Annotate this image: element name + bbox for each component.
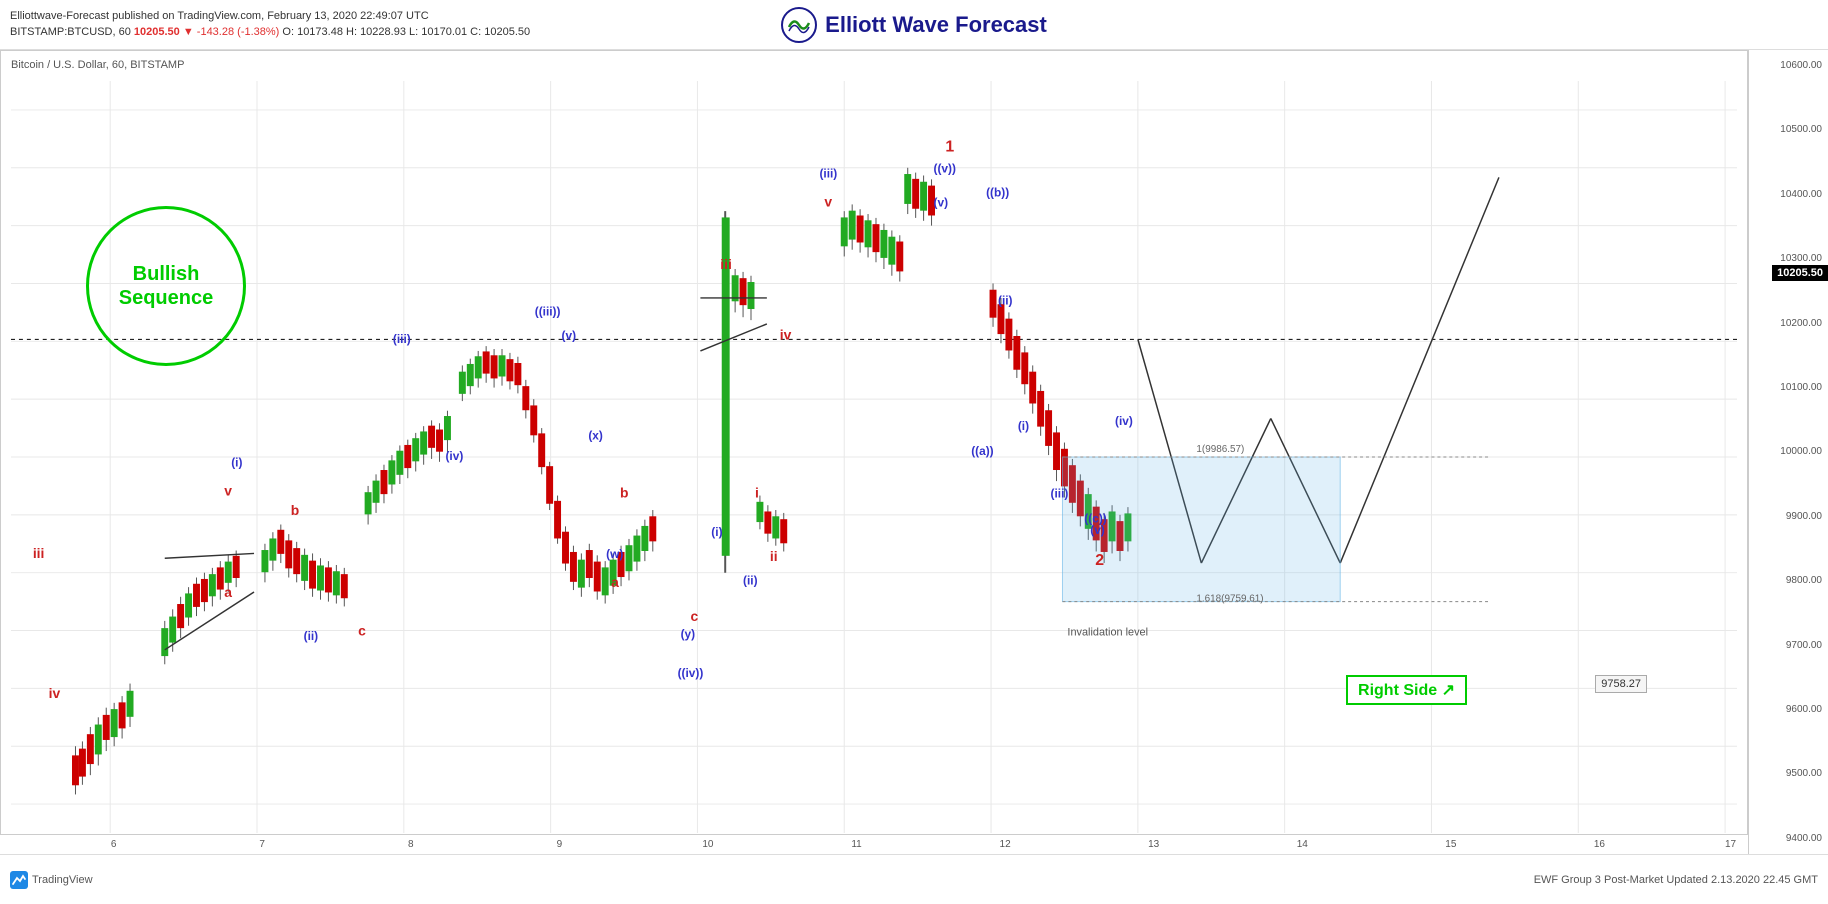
time-13: 13 <box>1148 839 1159 850</box>
header: Elliottwave-Forecast published on Tradin… <box>0 0 1828 50</box>
price-label-9800: 9800.00 <box>1751 575 1826 586</box>
bullish-sequence-label: BullishSequence <box>119 262 213 310</box>
current-price-badge: 10205.50 <box>1772 265 1828 281</box>
svg-text:c: c <box>690 609 698 624</box>
svg-text:1.618(9759.61): 1.618(9759.61) <box>1196 594 1263 605</box>
svg-text:(iii): (iii) <box>1051 488 1069 501</box>
time-9: 9 <box>557 839 563 850</box>
svg-text:(iii): (iii) <box>819 168 837 181</box>
svg-text:((iii)): ((iii)) <box>535 305 561 318</box>
price-label-10500: 10500.00 <box>1751 124 1826 135</box>
brand-area: Elliott Wave Forecast <box>613 7 1216 43</box>
price-label-9600: 9600.00 <box>1751 704 1826 715</box>
svg-text:(v): (v) <box>562 330 577 343</box>
ewf-logo <box>781 7 817 43</box>
time-axis: 6 7 8 9 10 11 12 13 14 15 16 17 <box>0 834 1748 854</box>
tradingview-logo: TradingView <box>10 871 93 889</box>
svg-text:(w): (w) <box>606 548 623 561</box>
price-label-9500: 9500.00 <box>1751 768 1826 779</box>
svg-text:(v): (v) <box>934 196 949 209</box>
right-side-label: Right Side ↗ <box>1346 675 1467 705</box>
svg-text:1: 1 <box>945 139 954 156</box>
svg-text:iv: iv <box>49 686 61 701</box>
price-label-10100: 10100.00 <box>1751 382 1826 393</box>
svg-text:b: b <box>291 503 299 518</box>
time-8: 8 <box>408 839 414 850</box>
svg-text:((a)): ((a)) <box>971 445 994 458</box>
svg-text:((iv)): ((iv)) <box>678 667 704 680</box>
ohlc-info: BITSTAMP:BTCUSD, 60 10205.50 ▼ -143.28 (… <box>10 25 613 40</box>
svg-text:(i): (i) <box>231 457 242 470</box>
svg-text:iii: iii <box>33 546 45 561</box>
price-label-9400: 9400.00 <box>1751 833 1826 844</box>
price-label-10200: 10200.00 <box>1751 318 1826 329</box>
footer-left: TradingView <box>10 871 93 889</box>
svg-text:b: b <box>620 486 628 501</box>
svg-text:a: a <box>611 575 619 590</box>
time-15: 15 <box>1445 839 1456 850</box>
footer-right: EWF Group 3 Post-Market Updated 2.13.202… <box>1534 874 1818 886</box>
svg-text:((b)): ((b)) <box>986 187 1009 200</box>
chart-area: Bitcoin / U.S. Dollar, 60, BITSTAMP <box>0 50 1748 854</box>
svg-text:(iv): (iv) <box>1115 415 1133 428</box>
svg-text:(ii): (ii) <box>743 574 758 587</box>
publisher-info: Elliottwave-Forecast published on Tradin… <box>10 9 613 24</box>
target-price-badge: 9758.27 <box>1595 675 1647 693</box>
time-7: 7 <box>259 839 265 850</box>
tv-logo-icon <box>10 871 28 889</box>
svg-text:2: 2 <box>1095 552 1104 569</box>
time-17: 17 <box>1725 839 1736 850</box>
chart-title: Bitcoin / U.S. Dollar, 60, BITSTAMP <box>11 59 184 71</box>
svg-text:a: a <box>224 585 232 600</box>
svg-text:1(9986.57): 1(9986.57) <box>1196 444 1244 455</box>
tradingview-text: TradingView <box>32 874 93 886</box>
svg-text:((v)): ((v)) <box>934 163 957 176</box>
svg-text:v: v <box>224 484 232 499</box>
svg-text:c: c <box>358 624 366 639</box>
time-11: 11 <box>851 839 861 850</box>
bullish-sequence-circle: BullishSequence <box>86 206 246 366</box>
price-label-10600: 10600.00 <box>1751 60 1826 71</box>
brand-name: Elliott Wave Forecast <box>825 12 1047 38</box>
ohlc-values: O: 10173.48 H: 10228.93 L: 10170.01 C: 1… <box>282 26 530 38</box>
svg-text:(v): (v) <box>1090 524 1105 537</box>
svg-text:(x): (x) <box>588 430 603 443</box>
price-label-10400: 10400.00 <box>1751 189 1826 200</box>
instrument-label: BITSTAMP:BTCUSD, 60 <box>10 26 131 38</box>
price-change: ▼ -143.28 (-1.38%) <box>183 26 280 38</box>
svg-text:v: v <box>824 195 832 210</box>
svg-text:i: i <box>755 486 759 501</box>
time-16: 16 <box>1594 839 1605 850</box>
svg-text:(y): (y) <box>681 628 696 641</box>
time-14: 14 <box>1297 839 1308 850</box>
time-6: 6 <box>111 839 117 850</box>
svg-text:(iv): (iv) <box>445 450 463 463</box>
svg-text:(i): (i) <box>711 526 722 539</box>
svg-text:(iii): (iii) <box>393 333 411 346</box>
price-label-9900: 9900.00 <box>1751 511 1826 522</box>
svg-text:(i): (i) <box>1018 420 1029 433</box>
time-10: 10 <box>702 839 713 850</box>
svg-text:iv: iv <box>780 328 792 343</box>
svg-text:(ii): (ii) <box>998 295 1013 308</box>
svg-text:ii: ii <box>770 549 778 564</box>
svg-text:((c)): ((c)) <box>1084 513 1107 526</box>
header-info: Elliottwave-Forecast published on Tradin… <box>10 9 613 40</box>
price-label-10000: 10000.00 <box>1751 446 1826 457</box>
svg-text:(ii): (ii) <box>304 630 319 643</box>
price-value: 10205.50 <box>134 26 180 38</box>
footer: TradingView EWF Group 3 Post-Market Upda… <box>0 854 1828 904</box>
svg-text:Invalidation level: Invalidation level <box>1067 626 1148 638</box>
price-scale: 10600.00 10500.00 10400.00 10300.00 1020… <box>1748 50 1828 854</box>
svg-text:iii: iii <box>720 257 732 272</box>
price-label-9700: 9700.00 <box>1751 640 1826 651</box>
time-12: 12 <box>1000 839 1011 850</box>
chart-svg: iv iii v a b c (i) (ii) (iii) (iv) ((iii… <box>11 81 1737 833</box>
price-label-10300: 10300.00 <box>1751 253 1826 264</box>
